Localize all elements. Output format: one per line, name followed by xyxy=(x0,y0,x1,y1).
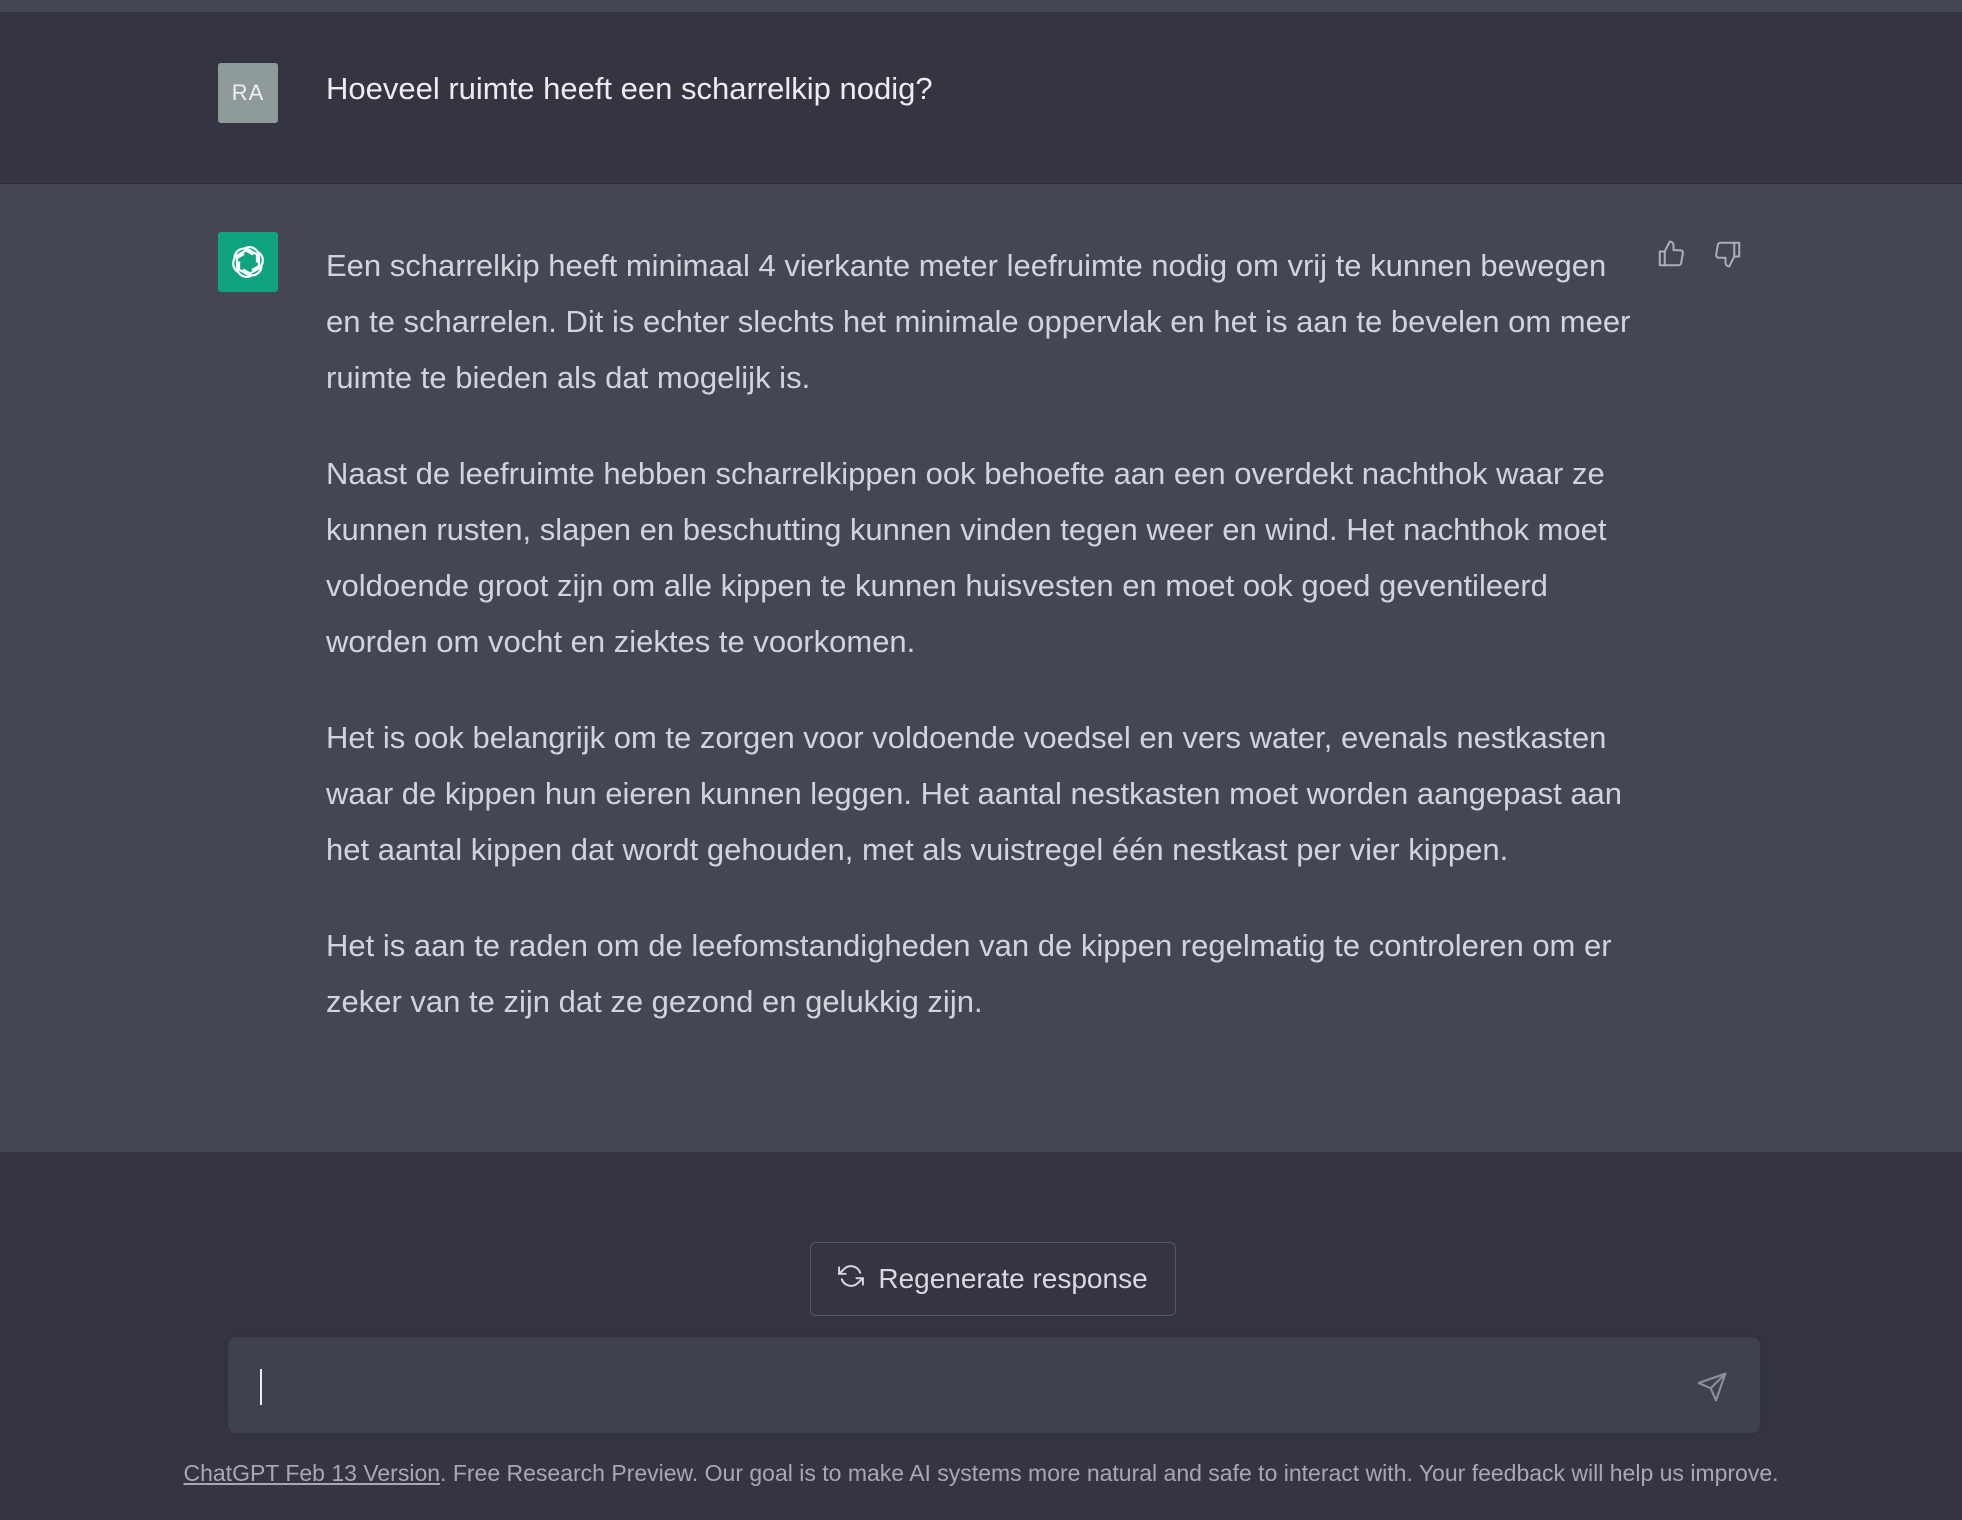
user-avatar: RA xyxy=(218,63,278,123)
answer-paragraph: Het is aan te raden om de leefomstandigh… xyxy=(326,928,1612,1019)
version-link[interactable]: ChatGPT Feb 13 Version xyxy=(183,1460,440,1486)
answer-paragraph: Het is ook belangrijk om te zorgen voor … xyxy=(326,720,1623,867)
text-caret xyxy=(260,1369,262,1405)
message-input[interactable] xyxy=(258,1367,1662,1411)
assistant-answer: Een scharrelkip heeft minimaal 4 vierkan… xyxy=(326,238,1636,1070)
footer-text: . Free Research Preview. Our goal is to … xyxy=(440,1460,1779,1486)
user-message-row: RA Hoeveel ruimte heeft een scharrelkip … xyxy=(0,12,1962,184)
assistant-message-row: Een scharrelkip heeft minimaal 4 vierkan… xyxy=(0,184,1962,1152)
message-composer[interactable] xyxy=(228,1337,1760,1433)
regenerate-label: Regenerate response xyxy=(878,1263,1148,1294)
answer-paragraph: Een scharrelkip heeft minimaal 4 vierkan… xyxy=(326,248,1631,395)
thumbs-up-icon[interactable] xyxy=(1654,237,1688,271)
top-strip xyxy=(0,0,1962,12)
thumbs-down-icon[interactable] xyxy=(1711,237,1745,271)
regenerate-response-button[interactable]: Regenerate response xyxy=(810,1242,1176,1316)
openai-logo-icon xyxy=(218,232,278,292)
footer: ChatGPT Feb 13 Version. Free Research Pr… xyxy=(0,1457,1962,1489)
send-icon[interactable] xyxy=(1692,1367,1732,1407)
user-message-text: Hoeveel ruimte heeft een scharrelkip nod… xyxy=(326,71,933,106)
answer-paragraph: Naast de leefruimte hebben scharrelkippe… xyxy=(326,456,1607,659)
refresh-icon xyxy=(838,1263,865,1296)
